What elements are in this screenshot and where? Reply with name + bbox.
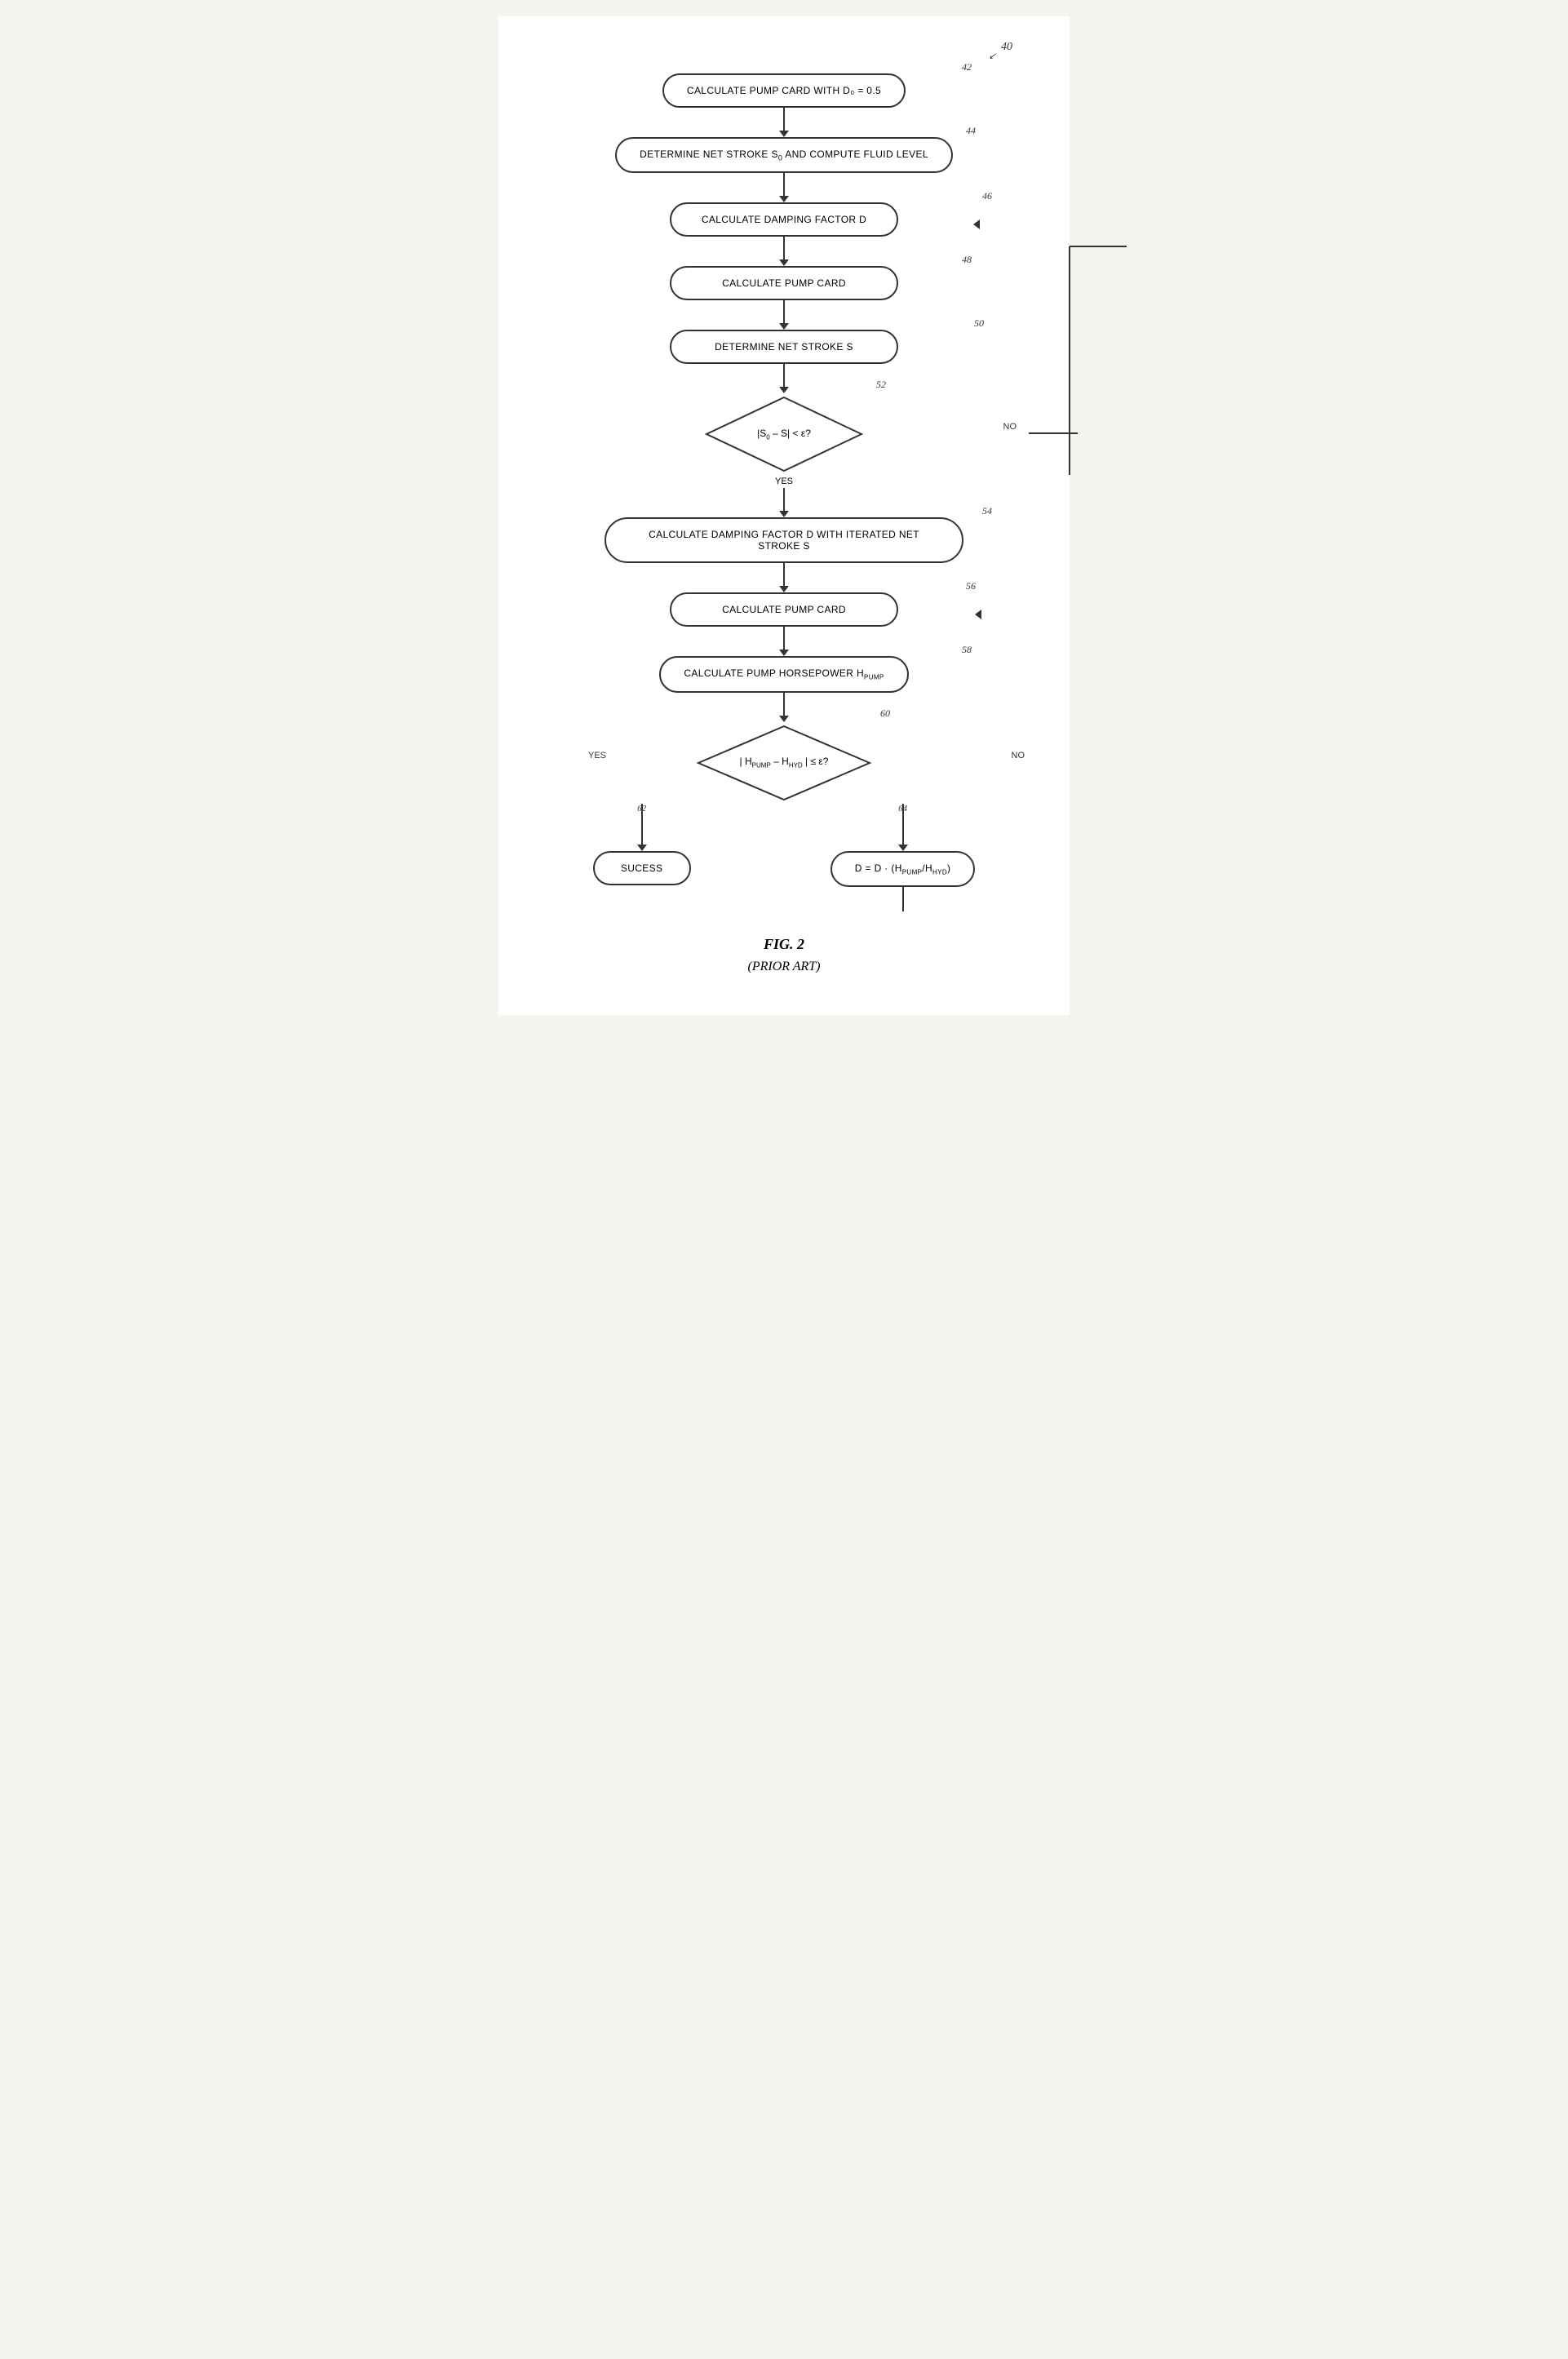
no-label-1: NO	[1003, 422, 1017, 432]
box3-text: CALCULATE DAMPING FACTOR D	[702, 214, 866, 225]
arrow-4	[779, 300, 789, 330]
yes-label-2: YES	[588, 751, 606, 760]
box6-text: CALCULATE DAMPING FACTOR D WITH ITERATED…	[649, 529, 919, 552]
no-label-2: NO	[1012, 751, 1025, 760]
box8-text: CALCULATE PUMP HORSEPOWER HPUMP	[684, 667, 884, 679]
box4-text: CALCULATE PUMP CARD	[722, 277, 846, 289]
box-calc-pump-card-2: CALCULATE PUMP CARD	[670, 266, 898, 300]
ref-64: 64	[898, 804, 907, 814]
diamond-convergence: |S0 – S| < ε?	[702, 393, 866, 475]
diamond2-text: | HPUMP – HHYD | ≤ ε?	[740, 756, 829, 770]
box-determine-net-stroke-s0: DETERMINE NET STROKE S0 AND COMPUTE FLUI…	[615, 137, 953, 173]
ref-40: 40	[1001, 41, 1012, 54]
feedback-loop-1	[1061, 238, 1127, 483]
ref-58: 58	[962, 644, 972, 656]
box-calc-pump-card-3: CALCULATE PUMP CARD	[670, 592, 898, 627]
ref-48: 48	[962, 254, 972, 266]
box7-text: CALCULATE PUMP CARD	[722, 604, 846, 615]
arrow-40: ↙	[989, 51, 996, 61]
ref-44: 44	[966, 125, 976, 137]
box-determine-net-stroke-s: DETERMINE NET STROKE S	[670, 330, 898, 364]
ref-56: 56	[966, 580, 976, 592]
no-branch: 64 D = D · (HPUMP/HHYD)	[831, 804, 976, 911]
arrow-5	[779, 364, 789, 393]
prior-art-label: (PRIOR ART)	[747, 960, 820, 974]
box10-text: D = D · (HPUMP/HHYD)	[855, 862, 951, 874]
arrow-6	[779, 488, 789, 517]
box-success: SUCESS	[593, 851, 691, 885]
box-calc-damping-iterated: CALCULATE DAMPING FACTOR D WITH ITERATED…	[605, 517, 963, 563]
page: 40 ↙ 42 CALCULATE PUMP CARD WITH D₀ = 0.…	[498, 16, 1070, 1015]
diamond1-text: |S0 – S| < ε?	[757, 428, 811, 442]
ref-46: 46	[982, 190, 992, 202]
ref-60: 60	[880, 707, 890, 720]
arrow-2	[779, 173, 789, 202]
arrow-9	[779, 693, 789, 722]
yes-label-1: YES	[775, 477, 793, 486]
box2-text: DETERMINE NET STROKE S0 AND COMPUTE FLUI…	[640, 149, 928, 160]
arrow-8	[779, 627, 789, 656]
box1-text: CALCULATE PUMP CARD WITH D₀ = 0.5	[687, 85, 881, 96]
box9-text: SUCESS	[621, 862, 663, 874]
arrow-7	[779, 563, 789, 592]
box-calc-horsepower: CALCULATE PUMP HORSEPOWER HPUMP	[659, 656, 908, 692]
ref-50: 50	[974, 317, 984, 330]
ref-54: 54	[982, 505, 992, 517]
ref-42: 42	[962, 61, 972, 73]
ref-52: 52	[876, 379, 886, 391]
box-calc-damping-factor: CALCULATE DAMPING FACTOR D	[670, 202, 898, 237]
ref-62: 62	[637, 804, 646, 814]
box5-text: DETERMINE NET STROKE S	[715, 341, 853, 353]
arrow-3	[779, 237, 789, 266]
box-d-update: D = D · (HPUMP/HHYD)	[831, 851, 976, 887]
fig-label: FIG. 2	[764, 936, 804, 953]
diamond-horsepower: | HPUMP – HHYD | ≤ ε?	[694, 722, 874, 804]
arrow-1	[779, 108, 789, 137]
yes-branch: 62 SUCESS	[593, 804, 691, 885]
box-calc-pump-card-d0: CALCULATE PUMP CARD WITH D₀ = 0.5	[662, 73, 906, 108]
flowchart: 42 CALCULATE PUMP CARD WITH D₀ = 0.5 44 …	[523, 73, 1045, 911]
